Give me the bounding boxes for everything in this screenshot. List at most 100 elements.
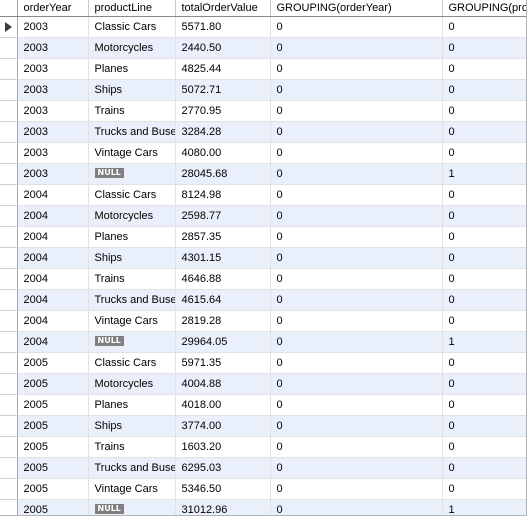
cell-grouping-orderyear[interactable]: 0 xyxy=(270,58,443,80)
cell-grouping-productline[interactable]: 0 xyxy=(442,16,526,38)
cell-orderyear[interactable]: 2003 xyxy=(17,58,89,80)
cell-totalordervalue[interactable]: 2819.28 xyxy=(175,310,271,332)
cell-totalordervalue[interactable]: 4018.00 xyxy=(175,394,271,416)
cell-totalordervalue[interactable]: 5571.80 xyxy=(175,16,271,38)
cell-productline[interactable]: Vintage Cars xyxy=(88,142,176,164)
row-selector-cell[interactable] xyxy=(0,121,18,143)
cell-grouping-orderyear[interactable]: 0 xyxy=(270,394,443,416)
cell-totalordervalue[interactable]: 3284.28 xyxy=(175,121,271,143)
cell-grouping-orderyear[interactable]: 0 xyxy=(270,37,443,59)
row-selector-cell[interactable] xyxy=(0,100,18,122)
cell-grouping-orderyear[interactable]: 0 xyxy=(270,310,443,332)
table-row[interactable]: 2004 Classic Cars 8124.98 0 0 xyxy=(0,184,526,206)
cell-productline[interactable]: Classic Cars xyxy=(88,184,176,206)
cell-grouping-orderyear[interactable]: 0 xyxy=(270,415,443,437)
row-selector-cell[interactable] xyxy=(0,373,18,395)
cell-totalordervalue[interactable]: 28045.68 xyxy=(175,163,271,185)
row-selector-cell[interactable] xyxy=(0,142,18,164)
table-row[interactable]: 2005 Motorcycles 4004.88 0 0 xyxy=(0,373,526,395)
row-selector-header[interactable] xyxy=(0,0,18,17)
cell-orderyear[interactable]: 2004 xyxy=(17,205,89,227)
column-header-grouping-orderyear[interactable]: GROUPING(orderYear) xyxy=(270,0,443,17)
row-selector-cell[interactable] xyxy=(0,499,18,515)
row-selector-cell[interactable] xyxy=(0,205,18,227)
cell-productline[interactable]: Planes xyxy=(88,226,176,248)
cell-orderyear[interactable]: 2005 xyxy=(17,457,89,479)
cell-productline[interactable]: NULL xyxy=(88,499,176,515)
cell-grouping-orderyear[interactable]: 0 xyxy=(270,478,443,500)
cell-productline[interactable]: Motorcycles xyxy=(88,205,176,227)
cell-grouping-orderyear[interactable]: 0 xyxy=(270,331,443,353)
row-selector-cell[interactable] xyxy=(0,394,18,416)
cell-orderyear[interactable]: 2003 xyxy=(17,79,89,101)
cell-grouping-orderyear[interactable]: 0 xyxy=(270,499,443,515)
cell-totalordervalue[interactable]: 5072.71 xyxy=(175,79,271,101)
cell-grouping-orderyear[interactable]: 0 xyxy=(270,184,443,206)
row-selector-cell[interactable] xyxy=(0,268,18,290)
cell-productline[interactable]: Trains xyxy=(88,436,176,458)
cell-grouping-productline[interactable]: 0 xyxy=(442,310,526,332)
cell-orderyear[interactable]: 2003 xyxy=(17,163,89,185)
cell-grouping-orderyear[interactable]: 0 xyxy=(270,436,443,458)
cell-productline[interactable]: Vintage Cars xyxy=(88,310,176,332)
cell-grouping-orderyear[interactable]: 0 xyxy=(270,226,443,248)
cell-productline[interactable]: Motorcycles xyxy=(88,373,176,395)
cell-grouping-productline[interactable]: 0 xyxy=(442,415,526,437)
cell-orderyear[interactable]: 2004 xyxy=(17,289,89,311)
cell-grouping-orderyear[interactable]: 0 xyxy=(270,163,443,185)
cell-totalordervalue[interactable]: 5971.35 xyxy=(175,352,271,374)
table-row[interactable]: 2005 Classic Cars 5971.35 0 0 xyxy=(0,352,526,374)
table-row[interactable]: 2005 Trains 1603.20 0 0 xyxy=(0,436,526,458)
cell-totalordervalue[interactable]: 3774.00 xyxy=(175,415,271,437)
cell-totalordervalue[interactable]: 4004.88 xyxy=(175,373,271,395)
row-selector-cell[interactable] xyxy=(0,79,18,101)
table-row[interactable]: 2004 Trucks and Buses 4615.64 0 0 xyxy=(0,289,526,311)
cell-productline[interactable]: Motorcycles xyxy=(88,37,176,59)
table-row[interactable]: 2005 Vintage Cars 5346.50 0 0 xyxy=(0,478,526,500)
table-row[interactable]: 2005 NULL 31012.96 0 1 xyxy=(0,499,526,515)
cell-productline[interactable]: Classic Cars xyxy=(88,352,176,374)
table-row[interactable]: 2003 Ships 5072.71 0 0 xyxy=(0,79,526,101)
cell-orderyear[interactable]: 2004 xyxy=(17,310,89,332)
cell-totalordervalue[interactable]: 4301.15 xyxy=(175,247,271,269)
cell-orderyear[interactable]: 2004 xyxy=(17,184,89,206)
cell-productline[interactable]: Planes xyxy=(88,394,176,416)
cell-orderyear[interactable]: 2004 xyxy=(17,331,89,353)
row-selector-cell[interactable] xyxy=(0,16,18,38)
result-grid[interactable]: orderYear productLine totalOrderValue GR… xyxy=(0,0,527,516)
cell-grouping-orderyear[interactable]: 0 xyxy=(270,100,443,122)
row-selector-cell[interactable] xyxy=(0,436,18,458)
row-selector-cell[interactable] xyxy=(0,331,18,353)
row-selector-cell[interactable] xyxy=(0,37,18,59)
column-header-totalordervalue[interactable]: totalOrderValue xyxy=(175,0,271,17)
cell-productline[interactable]: Trains xyxy=(88,268,176,290)
cell-totalordervalue[interactable]: 2770.95 xyxy=(175,100,271,122)
cell-grouping-productline[interactable]: 0 xyxy=(442,457,526,479)
cell-grouping-productline[interactable]: 0 xyxy=(442,100,526,122)
cell-orderyear[interactable]: 2003 xyxy=(17,16,89,38)
cell-grouping-productline[interactable]: 0 xyxy=(442,226,526,248)
cell-orderyear[interactable]: 2004 xyxy=(17,247,89,269)
table-row[interactable]: 2004 Trains 4646.88 0 0 xyxy=(0,268,526,290)
cell-orderyear[interactable]: 2003 xyxy=(17,142,89,164)
cell-orderyear[interactable]: 2005 xyxy=(17,478,89,500)
cell-grouping-orderyear[interactable]: 0 xyxy=(270,121,443,143)
cell-productline[interactable]: Ships xyxy=(88,415,176,437)
cell-productline[interactable]: NULL xyxy=(88,331,176,353)
cell-grouping-productline[interactable]: 0 xyxy=(442,373,526,395)
cell-grouping-productline[interactable]: 0 xyxy=(442,58,526,80)
cell-grouping-productline[interactable]: 1 xyxy=(442,499,526,515)
cell-grouping-productline[interactable]: 0 xyxy=(442,247,526,269)
cell-totalordervalue[interactable]: 2598.77 xyxy=(175,205,271,227)
table-row[interactable]: 2003 Trucks and Buses 3284.28 0 0 xyxy=(0,121,526,143)
row-selector-cell[interactable] xyxy=(0,163,18,185)
table-row[interactable]: 2005 Ships 3774.00 0 0 xyxy=(0,415,526,437)
table-row[interactable]: 2004 Motorcycles 2598.77 0 0 xyxy=(0,205,526,227)
cell-grouping-orderyear[interactable]: 0 xyxy=(270,79,443,101)
cell-grouping-orderyear[interactable]: 0 xyxy=(270,457,443,479)
cell-totalordervalue[interactable]: 4080.00 xyxy=(175,142,271,164)
table-row[interactable]: 2003 Vintage Cars 4080.00 0 0 xyxy=(0,142,526,164)
cell-productline[interactable]: NULL xyxy=(88,163,176,185)
cell-orderyear[interactable]: 2003 xyxy=(17,121,89,143)
table-row[interactable]: 2004 Planes 2857.35 0 0 xyxy=(0,226,526,248)
